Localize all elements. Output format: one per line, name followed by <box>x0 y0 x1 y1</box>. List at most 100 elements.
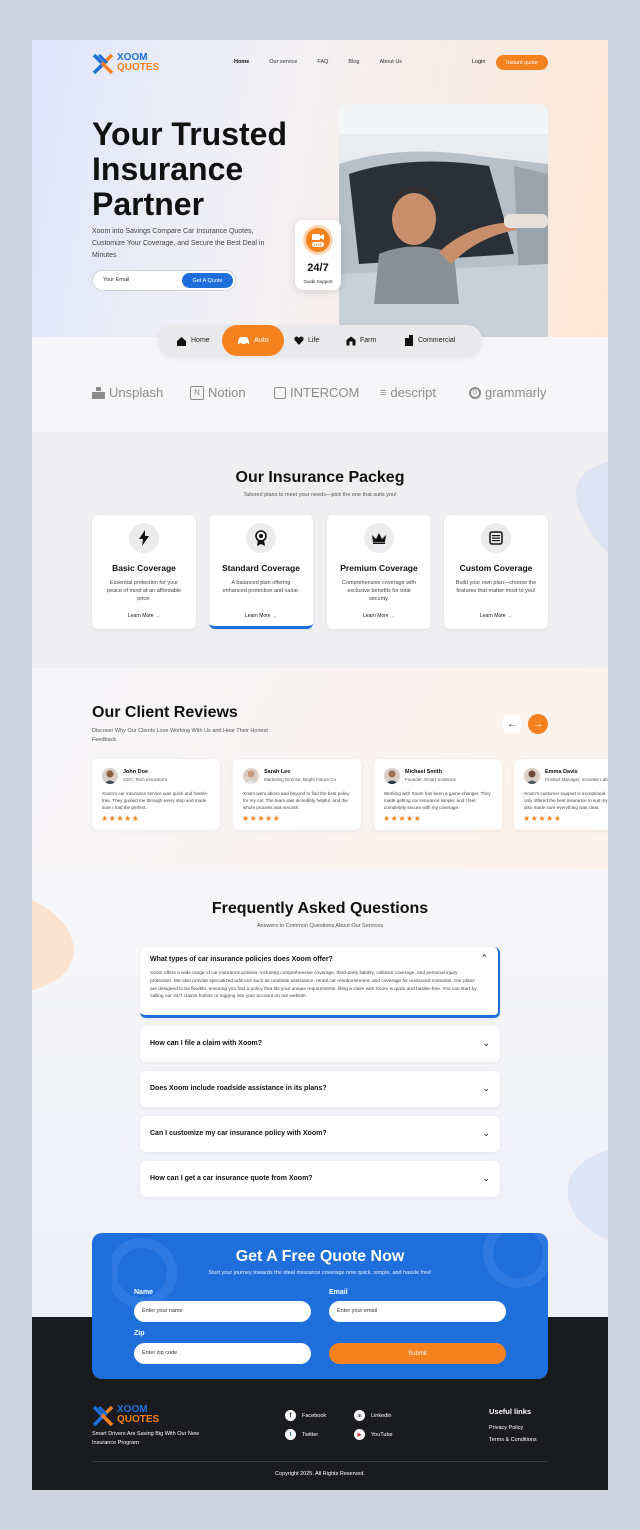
avatar <box>524 768 540 784</box>
faq-item[interactable]: How can I file a claim with Xoom? ⌄ <box>140 1026 500 1062</box>
support-label: Guide Support <box>303 279 333 284</box>
submit-button[interactable]: Submit <box>329 1343 506 1364</box>
learn-more-link[interactable]: Learn More → <box>327 613 431 619</box>
footer-divider <box>92 1461 548 1462</box>
faq-item[interactable]: Does Xoom include roadside assistance in… <box>140 1071 500 1107</box>
tab-commercial[interactable]: Commercial <box>404 325 455 356</box>
prev-review-button[interactable]: ← <box>502 714 522 734</box>
faq-item[interactable]: Can I customize my car insurance policy … <box>140 1116 500 1152</box>
terms-link[interactable]: Terms & Conditions <box>489 1437 537 1443</box>
faq-item-open[interactable]: What types of car insurance policies doe… <box>140 947 500 1018</box>
heart-icon <box>294 336 304 345</box>
tab-life[interactable]: Life <box>294 325 319 356</box>
avatar <box>102 768 118 784</box>
email-input[interactable]: Your Email <box>103 277 129 283</box>
unsplash-logo-icon <box>92 386 105 399</box>
twitter-icon: t <box>285 1429 296 1440</box>
email-label: Email <box>329 1289 348 1296</box>
nav-home[interactable]: Home <box>234 59 249 65</box>
footer-logo[interactable]: XOOM QUOTES <box>92 1404 159 1426</box>
faq-title: Frequently Asked Questions <box>211 900 429 917</box>
package-card-basic[interactable]: Basic Coverage Essential protection for … <box>92 515 196 629</box>
chevron-down-icon: ⌄ <box>482 1083 490 1093</box>
nav-faq[interactable]: FAQ <box>317 59 328 65</box>
next-review-button[interactable]: → <box>528 714 548 734</box>
learn-more-link[interactable]: Learn More → <box>92 613 196 619</box>
zip-label: Zip <box>134 1330 145 1337</box>
social-youtube[interactable]: ▶ YouTube <box>354 1429 393 1440</box>
building-icon <box>405 335 413 346</box>
avatar <box>384 768 400 784</box>
house-icon <box>177 336 186 346</box>
logo-line2: QUOTES <box>117 62 160 73</box>
chevron-down-icon: ⌄ <box>482 1173 490 1183</box>
social-linkedin[interactable]: in Linkedin <box>354 1410 392 1421</box>
brand-logo[interactable]: XOOM QUOTES <box>92 52 159 74</box>
quote-form-card: Get A Free Quote Now Start your journey … <box>92 1233 548 1379</box>
nav-blog[interactable]: Blog <box>348 59 359 65</box>
nav-about[interactable]: About Us <box>379 59 402 65</box>
logo-icon <box>92 1405 114 1426</box>
star-rating: ★★★★★ <box>523 814 562 823</box>
zip-input[interactable]: Enter zip code <box>134 1343 311 1364</box>
car-icon <box>238 337 250 345</box>
hero-email-form: Your Email Get A Quote <box>92 270 236 291</box>
man-in-car-image <box>339 104 548 337</box>
star-rating: ★★★★★ <box>383 814 422 823</box>
privacy-policy-link[interactable]: Privacy Policy <box>489 1425 523 1431</box>
name-label: Name <box>134 1289 154 1296</box>
tab-auto[interactable]: Auto <box>222 325 284 356</box>
bolt-icon <box>129 523 159 553</box>
tab-home[interactable]: Home <box>176 325 210 356</box>
brand-intercom: INTERCOM <box>274 385 359 400</box>
linkedin-icon: in <box>354 1410 365 1421</box>
learn-more-link[interactable]: Learn More → <box>209 613 313 619</box>
copyright: Copyright 2025. All Rights Reserved. <box>275 1471 365 1477</box>
footer-tagline: Smart Drivers Are Saving Big With Our Ne… <box>92 1431 199 1446</box>
intercom-logo-icon <box>274 386 286 399</box>
login-link[interactable]: Login <box>472 59 485 65</box>
youtube-icon: ▶ <box>354 1429 365 1440</box>
package-card-standard[interactable]: Standard Coverage A balanced plan offeri… <box>209 515 313 629</box>
sliders-icon <box>481 523 511 553</box>
nav-our-service[interactable]: Our service <box>269 59 297 65</box>
reviews-section: Our Client Reviews Discover Why Our Clie… <box>32 668 608 870</box>
brand-notion: N Notion <box>190 385 246 400</box>
name-input[interactable]: Enter your name <box>134 1301 311 1322</box>
tab-farm[interactable]: Farm <box>346 325 376 356</box>
packages-title: Our Insurance Packeg <box>235 469 405 486</box>
chevron-down-icon: ⌄ <box>482 1038 490 1048</box>
social-facebook[interactable]: f Facebook <box>285 1410 326 1421</box>
hero-photo <box>339 104 548 337</box>
review-card: Michael Smith Founder, Smart Solutions W… <box>374 759 502 830</box>
chevron-down-icon: ⌄ <box>482 1128 490 1138</box>
descript-logo-icon: ≡ <box>380 386 387 399</box>
review-card: Sarah Lee Marketing Director, Bright Fut… <box>233 759 361 830</box>
barn-icon <box>346 336 356 345</box>
quote-subtitle: Start your journey towards the ideal ins… <box>208 1270 432 1276</box>
avatar <box>243 768 259 784</box>
partner-logos: Unsplash N Notion INTERCOM ≡ descript G … <box>32 385 608 415</box>
badge-icon <box>246 523 276 553</box>
package-card-premium[interactable]: Premium Coverage Comprehensive coverage … <box>327 515 431 629</box>
review-card: Emma Davis Product Manager, Innovate Lab… <box>514 759 608 830</box>
support-card: LIVE 24/7 Guide Support <box>295 220 341 290</box>
instant-quote-button[interactable]: Instant quote <box>496 55 548 70</box>
brand-unsplash: Unsplash <box>92 385 163 400</box>
reviews-title: Our Client Reviews <box>92 704 238 721</box>
notion-logo-icon: N <box>190 385 204 400</box>
faq-item[interactable]: How can I get a car insurance quote from… <box>140 1161 500 1197</box>
live-video-icon: LIVE <box>303 225 333 255</box>
quote-title: Get A Free Quote Now <box>235 1248 405 1265</box>
get-quote-button[interactable]: Get A Quote <box>182 273 233 288</box>
social-twitter[interactable]: t Twitter <box>285 1429 318 1440</box>
learn-more-link[interactable]: Learn More → <box>444 613 548 619</box>
packages-section: Our Insurance Packeg Tailored plans to m… <box>32 432 608 668</box>
crown-icon <box>364 523 394 553</box>
brand-grammarly: G grammarly <box>469 385 546 400</box>
chevron-up-icon: ⌃ <box>480 953 488 963</box>
support-hours: 24/7 <box>307 262 329 274</box>
email-input[interactable]: Enter your email <box>329 1301 506 1322</box>
logo-icon <box>92 53 114 74</box>
package-card-custom[interactable]: Custom Coverage Build your own plan—choo… <box>444 515 548 629</box>
